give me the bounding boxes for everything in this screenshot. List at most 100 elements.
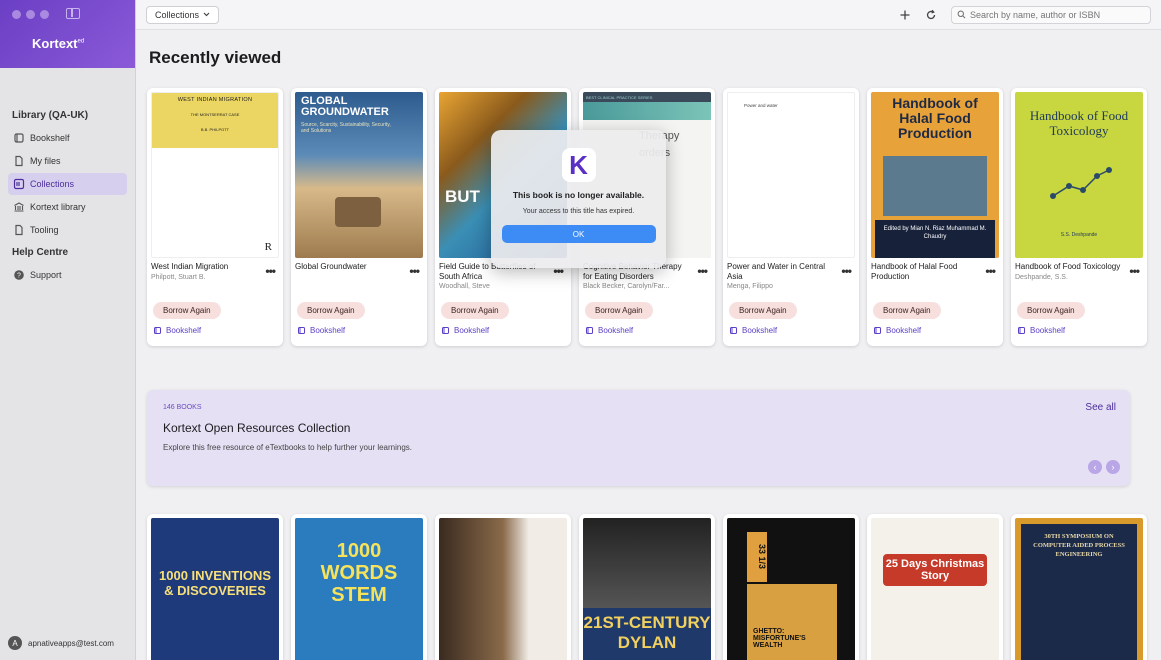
library-icon [14, 202, 24, 212]
bookshelf-link[interactable]: Bookshelf [441, 326, 489, 335]
book-card[interactable]: 1000 WORDS STEM [291, 514, 427, 660]
sidebar-item-support[interactable]: ? Support [8, 264, 127, 286]
book-author: Philpott, Stuart B. [151, 273, 206, 281]
cover-title: Power and water [744, 103, 778, 108]
brand-bar: Kortexted [0, 0, 135, 68]
sidebar-item-tooling[interactable]: Tooling [8, 219, 127, 241]
minimize-window-button[interactable] [26, 10, 35, 19]
svg-text:?: ? [17, 273, 21, 280]
borrow-again-button[interactable]: Borrow Again [585, 302, 653, 319]
sidebar-toggle-icon[interactable] [66, 8, 80, 19]
ok-button[interactable]: OK [501, 225, 656, 243]
book-cover: 30TH SYMPOSIUM ON COMPUTER AIDED PROCESS… [1015, 518, 1143, 660]
cover-title: Handbook of Halal Food Production [892, 95, 978, 141]
search-icon [957, 10, 966, 19]
book-card[interactable]: 33 1/3 GHETTO: MISFORTUNE'S WEALTH [723, 514, 859, 660]
help-centre-heading: Help Centre [12, 247, 69, 258]
zoom-window-button[interactable] [40, 10, 49, 19]
more-options-icon[interactable]: ••• [409, 264, 420, 278]
previous-arrow-icon[interactable]: ‹ [1088, 460, 1102, 474]
cover-author: B.B. PHILPOTT [200, 127, 230, 132]
book-card-global-groundwater[interactable]: GLOBAL GROUNDWATER Source, Scarcity, Sus… [291, 88, 427, 346]
borrow-again-button[interactable]: Borrow Again [297, 302, 365, 319]
more-options-icon[interactable]: ••• [697, 264, 708, 278]
borrow-again-button[interactable]: Borrow Again [873, 302, 941, 319]
sidebar-item-label: Support [30, 270, 62, 280]
more-options-icon[interactable]: ••• [841, 264, 852, 278]
cover-title: GHETTO: MISFORTUNE'S WEALTH [747, 584, 837, 660]
bookshelf-link[interactable]: Bookshelf [153, 326, 201, 335]
bookshelf-icon [1018, 327, 1025, 334]
more-options-icon[interactable]: ••• [265, 264, 276, 278]
cover-title: 30TH SYMPOSIUM ON COMPUTER AIDED PROCESS… [1021, 524, 1137, 660]
book-cover: Handbook of Food Toxicology S.S. Deshpan… [1015, 92, 1143, 258]
bookshelf-link[interactable]: Bookshelf [1017, 326, 1065, 335]
cover-subtitle: THE MONTSERRAT CASE [190, 112, 240, 117]
sidebar-item-my-files[interactable]: My files [8, 150, 127, 172]
collection-title: Kortext Open Resources Collection [163, 421, 351, 435]
files-icon [15, 155, 23, 167]
book-cover: WEST INDIAN MIGRATION THE MONTSERRAT CAS… [151, 92, 279, 258]
more-options-icon[interactable]: ••• [985, 264, 996, 278]
sidebar-item-collections[interactable]: Collections [8, 173, 127, 195]
collections-dropdown[interactable]: Collections [146, 5, 220, 24]
book-author: Woodhall, Steve [439, 283, 490, 290]
book-title: Global Groundwater [295, 262, 367, 271]
cover-subtitle: 33 1/3 [747, 532, 767, 582]
book-card-west-indian-migration[interactable]: WEST INDIAN MIGRATION THE MONTSERRAT CAS… [147, 88, 283, 346]
sidebar-item-label: My files [30, 156, 61, 166]
bookshelf-icon [874, 327, 881, 334]
sidebar-item-kortext-library[interactable]: Kortext library [8, 196, 127, 218]
book-card-halal-food[interactable]: Handbook of Halal Food Production Edited… [867, 88, 1003, 346]
close-window-button[interactable] [12, 10, 21, 19]
book-card-power-water[interactable]: Power and water Power and Water in Centr… [723, 88, 859, 346]
cover-title: BUT [445, 187, 480, 206]
bookshelf-link[interactable]: Bookshelf [873, 326, 921, 335]
book-cover: Power and water [727, 92, 855, 258]
avatar: A [8, 636, 22, 650]
top-toolbar: Collections [136, 0, 1161, 30]
book-title: Power and Water in Central Asia Menga, Fi… [727, 262, 835, 292]
kortext-app-icon: K [561, 148, 596, 182]
sidebar: Kortexted Library (QA-UK) Bookshelf My f… [0, 0, 136, 660]
cover-title: GLOBAL GROUNDWATER [301, 95, 389, 118]
borrow-again-button[interactable]: Borrow Again [729, 302, 797, 319]
book-author: Menga, Filippo [727, 283, 773, 290]
bookshelf-icon [730, 327, 737, 334]
main-content: Collections Recently viewed WEST INDIAN … [136, 0, 1161, 660]
book-cover: 21ST-CENTURY DYLAN [583, 518, 711, 660]
molecule-illustration [1050, 167, 1112, 199]
book-card-food-toxicology[interactable]: Handbook of Food Toxicology S.S. Deshpan… [1011, 88, 1147, 346]
cover-title: 1000 WORDS STEM [320, 540, 398, 606]
borrow-again-button[interactable]: Borrow Again [1017, 302, 1085, 319]
cover-title: WEST INDIAN MIGRATION [177, 97, 253, 103]
bookshelf-link[interactable]: Bookshelf [729, 326, 777, 335]
collections-icon [13, 178, 25, 190]
sidebar-item-bookshelf[interactable]: Bookshelf [8, 127, 127, 149]
borrow-again-button[interactable]: Borrow Again [153, 302, 221, 319]
see-all-link[interactable]: See all [1085, 402, 1116, 413]
chevron-down-icon [203, 12, 210, 17]
book-title: Handbook of Halal Food Production [871, 262, 958, 281]
add-icon[interactable] [899, 9, 911, 21]
refresh-icon[interactable] [925, 9, 937, 21]
bookshelf-link[interactable]: Bookshelf [585, 326, 633, 335]
bookshelf-link[interactable]: Bookshelf [297, 326, 345, 335]
book-title: Handbook of Food Toxicology Deshpande, S.… [1015, 262, 1123, 282]
publisher-logo: R [264, 241, 272, 253]
open-resources-row: 1000 INVENTIONS & DISCOVERIES 1000 WORDS… [147, 514, 1147, 660]
cover-title: 25 Days Christmas Story [883, 554, 987, 586]
next-arrow-icon[interactable]: › [1106, 460, 1120, 474]
book-card[interactable]: 25 Days Christmas Story [867, 514, 1003, 660]
cover-author: Edited by Mian N. Riaz Muhammad M. Chaud… [875, 220, 995, 258]
search-input[interactable] [970, 9, 1140, 20]
book-card[interactable] [435, 514, 571, 660]
borrow-again-button[interactable]: Borrow Again [441, 302, 509, 319]
dropdown-label: Collections [155, 9, 200, 20]
user-account[interactable]: A apnativeapps@test.com [8, 636, 114, 650]
book-card[interactable]: 21ST-CENTURY DYLAN [579, 514, 715, 660]
book-card[interactable]: 30TH SYMPOSIUM ON COMPUTER AIDED PROCESS… [1011, 514, 1147, 660]
book-title: West Indian Migration Philpott, Stuart B. [151, 262, 259, 282]
more-options-icon[interactable]: ••• [1129, 264, 1140, 278]
book-card[interactable]: 1000 INVENTIONS & DISCOVERIES [147, 514, 283, 660]
